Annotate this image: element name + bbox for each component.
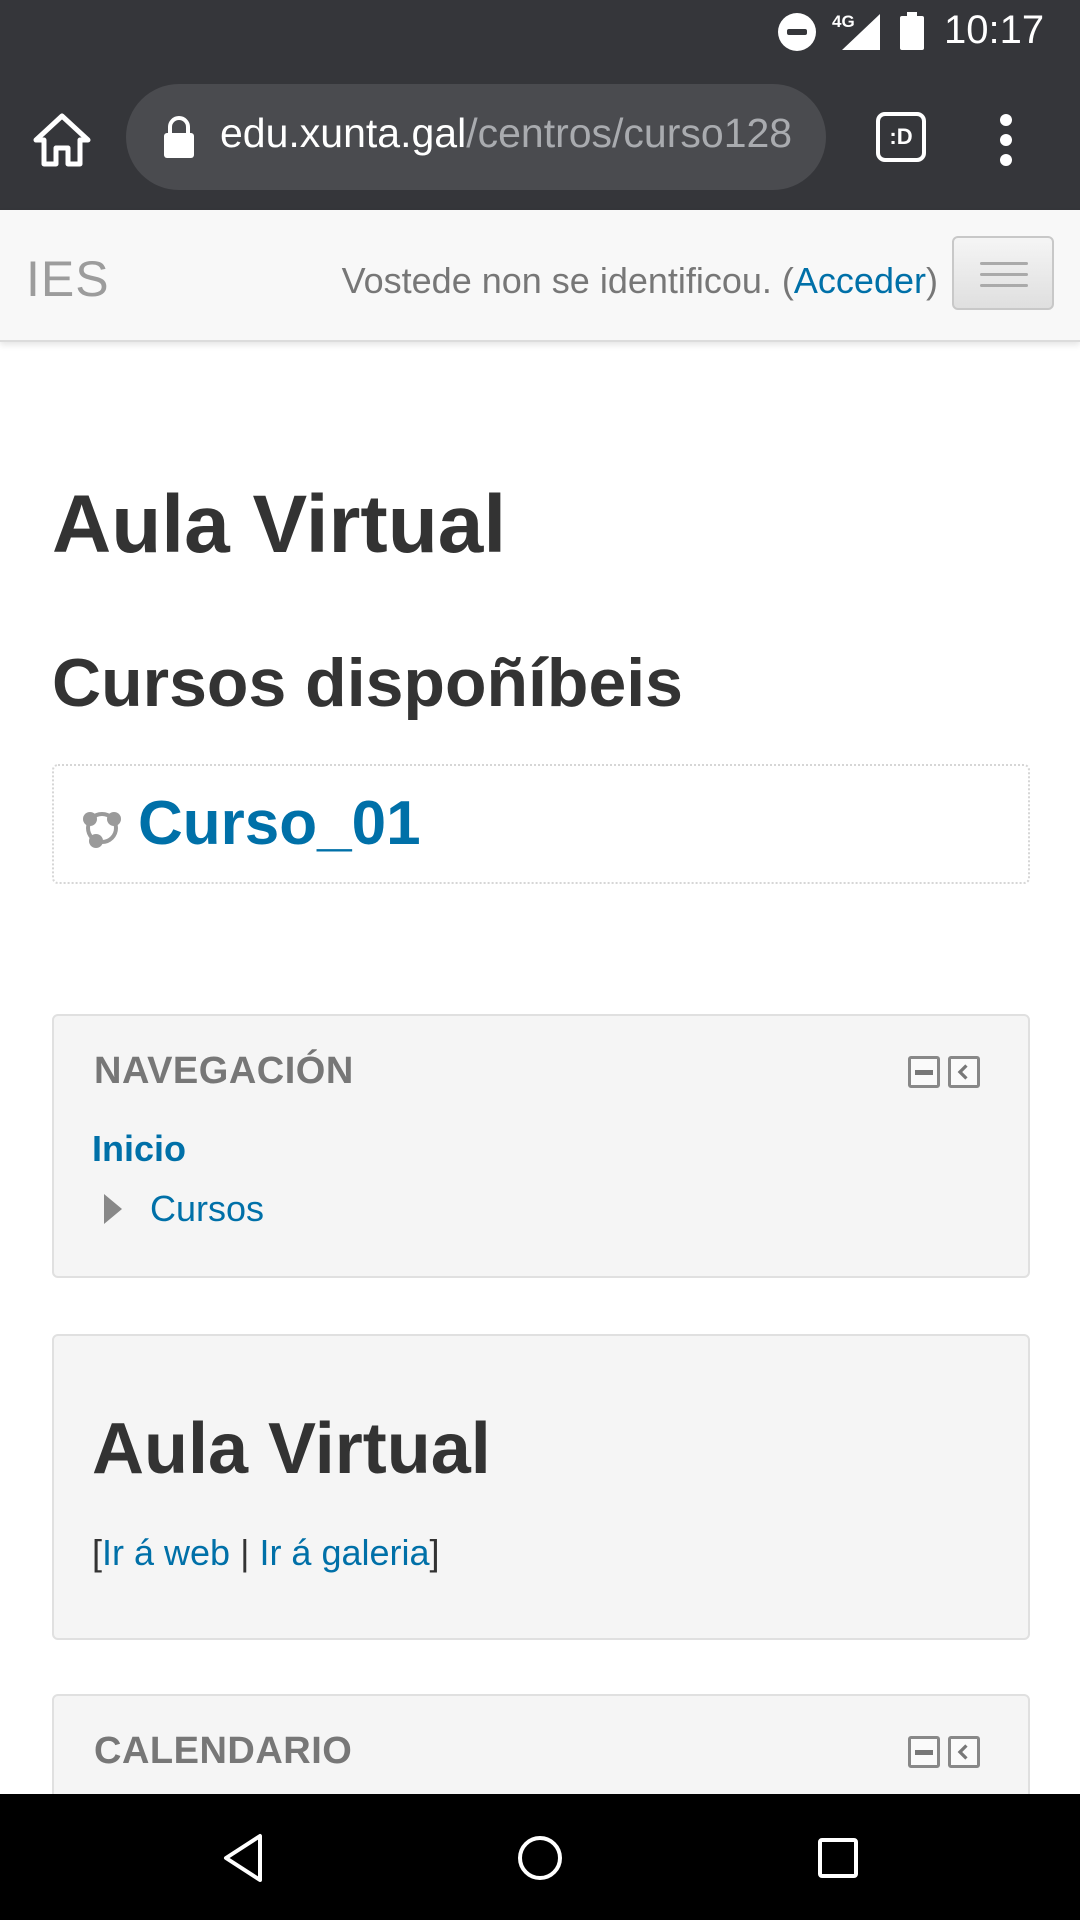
course-list-item: Curso_01 <box>52 764 1030 884</box>
back-icon[interactable] <box>214 1828 274 1888</box>
section-title: Cursos dispoñíbeis <box>52 645 683 721</box>
collapse-block-icon[interactable] <box>908 1736 940 1768</box>
aula-links: [Ir á web | Ir á galeria] <box>92 1532 440 1574</box>
block-title-navigation: NAVEGACIÓN <box>94 1050 354 1092</box>
battery-icon <box>900 12 924 50</box>
login-suffix: ) <box>926 260 938 301</box>
more-vert-icon[interactable] <box>986 108 1026 172</box>
login-info: Vostede non se identificou. (Acceder) <box>342 260 938 302</box>
course-link[interactable]: Curso_01 <box>138 788 421 859</box>
nav-courses-link[interactable]: Cursos <box>150 1188 264 1230</box>
lock-icon <box>164 116 194 158</box>
status-bar: 4G 10:17 <box>0 0 1080 64</box>
browser-toolbar: edu.xunta.gal/centros/curso128 :D <box>0 64 1080 210</box>
block-title-calendar: CALENDARIO <box>94 1730 353 1772</box>
hamburger-icon[interactable] <box>952 236 1054 310</box>
bracket-open: [ <box>92 1532 103 1573</box>
clock: 10:17 <box>944 8 1045 52</box>
web-link[interactable]: Ir á web <box>102 1532 230 1573</box>
nav-home-link[interactable]: Inicio <box>92 1128 186 1170</box>
dock-block-icon[interactable] <box>948 1056 980 1088</box>
triangle-right-icon[interactable] <box>104 1194 122 1224</box>
screen: 4G 10:17 edu.xunta.gal/centros/curso128 … <box>0 0 1080 1920</box>
site-brand[interactable]: IES <box>26 250 110 308</box>
home-circle-icon[interactable] <box>510 1828 570 1888</box>
system-navigation-bar <box>0 1794 1080 1920</box>
address-bar[interactable]: edu.xunta.gal/centros/curso128 <box>126 84 826 190</box>
course-icon <box>83 812 121 848</box>
site-navbar: IES Vostede non se identificou. (Acceder… <box>0 210 1080 342</box>
do-not-disturb-icon <box>778 13 816 51</box>
url-path: /centros/curso128 <box>466 110 793 156</box>
gallery-link[interactable]: Ir á galeria <box>259 1532 429 1573</box>
dock-block-icon[interactable] <box>948 1736 980 1768</box>
link-separator: | <box>230 1532 260 1573</box>
login-prefix: Vostede non se identificou. ( <box>341 260 794 301</box>
tab-switcher-button[interactable]: :D <box>876 112 926 162</box>
navigation-block: NAVEGACIÓN Inicio Cursos <box>52 1014 1030 1278</box>
collapse-block-icon[interactable] <box>908 1056 940 1088</box>
page-title: Aula Virtual <box>52 479 507 570</box>
recents-icon[interactable] <box>808 1828 868 1888</box>
bracket-close: ] <box>429 1532 440 1573</box>
aula-block-title: Aula Virtual <box>92 1409 491 1489</box>
home-icon[interactable] <box>30 108 94 172</box>
signal-icon <box>842 14 880 50</box>
aula-virtual-block: Aula Virtual [Ir á web | Ir á galeria] <box>52 1334 1030 1640</box>
login-link[interactable]: Acceder <box>794 260 926 301</box>
url-text: edu.xunta.gal/centros/curso128 <box>220 110 800 157</box>
url-host: edu.xunta.gal <box>220 110 467 156</box>
